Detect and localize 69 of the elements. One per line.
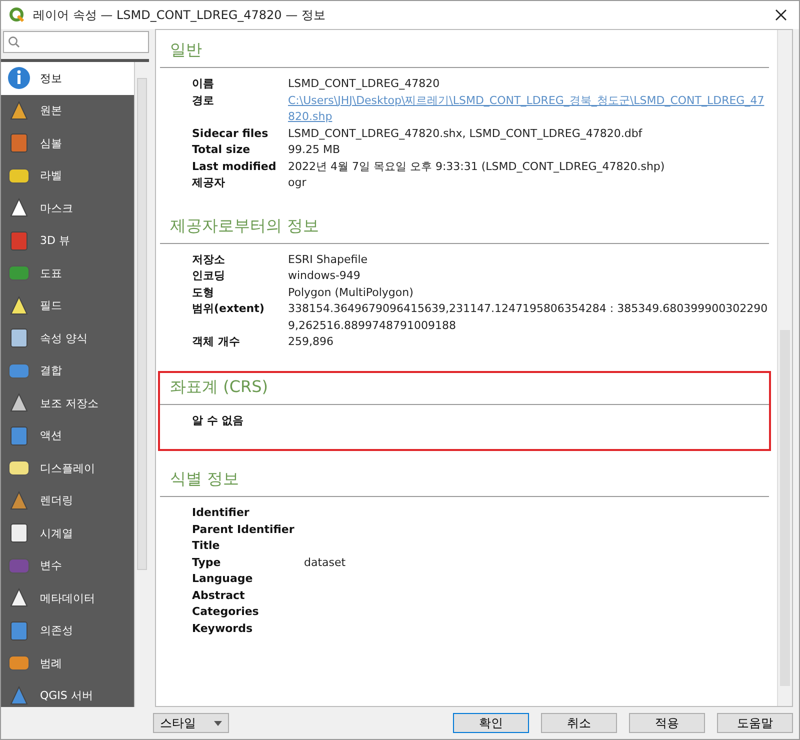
field-label: Type	[192, 554, 222, 570]
sidebar-item[interactable]: 디스플레이	[1, 452, 134, 484]
sidebar-item[interactable]: 원본	[1, 94, 134, 127]
sidebar-item[interactable]: 보조 저장소	[1, 387, 134, 420]
sidebar-item[interactable]: 시계열	[1, 517, 134, 550]
field-label: Categories	[192, 604, 260, 620]
field-label: 제공자	[192, 175, 226, 191]
field-value: 259,896	[288, 334, 334, 350]
field-label: Identifier	[192, 505, 250, 521]
style-dropdown[interactable]: 스타일	[153, 713, 229, 733]
field-value: 338154.3649679096415639,231147.1247195806354284 : 385349.6803999003022909,262516.8899748791009188	[288, 301, 769, 334]
field-label: 저장소	[192, 252, 226, 268]
sidebar-item[interactable]: QGIS 서버	[1, 680, 134, 707]
sidebar-item[interactable]: 심볼	[1, 127, 134, 160]
section-title: 좌표계 (CRS)	[160, 372, 769, 404]
field-label: Parent Identifier	[192, 522, 296, 538]
sidebar-item[interactable]: 범례	[1, 647, 134, 680]
sidebar-item[interactable]: 결합	[1, 354, 134, 387]
dialog-button[interactable]: 적용	[629, 713, 705, 733]
sidebar-item[interactable]: 속성 양식	[1, 322, 134, 354]
field-value: 99.25 MB	[288, 142, 342, 158]
field-label: Total size	[192, 142, 252, 158]
sidebar-item[interactable]: 액션	[1, 420, 134, 452]
field-value: windows-949	[288, 268, 362, 284]
field-label: Language	[192, 571, 254, 587]
field-value: 2022년 4월 7일 목요일 오후 9:33:31 (LSMD_CONT_LDREG_47820.shp)	[288, 158, 666, 175]
search-field[interactable]	[3, 31, 149, 53]
field-label: 범위(extent)	[192, 301, 266, 317]
field-label: Abstract	[192, 588, 246, 604]
sidebar-item[interactable]: 변수	[1, 550, 134, 582]
field-value: dataset	[304, 554, 347, 570]
field-label: 객체 개수	[192, 334, 241, 350]
dialog-button[interactable]: 도움말	[717, 713, 793, 733]
sidebar-item[interactable]: 의존성	[1, 614, 134, 647]
field-label: Sidecar files	[192, 126, 270, 142]
field-label: 경로	[192, 92, 215, 108]
scrollbar[interactable]	[134, 62, 149, 707]
field-value: Polygon (MultiPolygon)	[288, 284, 414, 300]
section-title: 제공자로부터의 정보	[160, 212, 769, 244]
dialog-button[interactable]: 확인	[453, 713, 529, 733]
sidebar-item[interactable]: 필드	[1, 290, 134, 322]
sidebar-item[interactable]: 마스크	[1, 192, 134, 224]
sidebar-item[interactable]: 렌더링	[1, 484, 134, 517]
section-title: 일반	[160, 36, 769, 68]
field-label: Title	[192, 538, 221, 554]
field-value: LSMD_CONT_LDREG_47820.shx, LSMD_CONT_LDREG_47820.dbf	[288, 126, 644, 142]
field-value: LSMD_CONT_LDREG_47820	[288, 76, 441, 92]
field-value: ESRI Shapefile	[288, 252, 369, 268]
window-title: 레이어 속성 — LSMD_CONT_LDREG_47820 — 정보	[33, 6, 326, 24]
logo-icon	[9, 7, 25, 23]
field-label: Last modified	[192, 158, 278, 174]
scrollbar[interactable]	[777, 30, 792, 706]
search-icon	[8, 36, 20, 48]
field-value: ogr	[288, 175, 308, 191]
close-icon[interactable]	[775, 9, 787, 21]
sidebar-item[interactable]: 3D 뷰	[1, 224, 134, 257]
sidebar-item[interactable]: 정보	[1, 62, 134, 94]
section-title: 식별 정보	[160, 465, 769, 497]
sidebar-item[interactable]: 메타데이터	[1, 582, 134, 614]
field-label: 도형	[192, 284, 215, 300]
info-icon	[7, 66, 31, 90]
caret-icon	[214, 720, 222, 726]
sidebar-item[interactable]: 도표	[1, 257, 134, 290]
field-label: 인코딩	[192, 268, 226, 284]
sidebar-item[interactable]: 라벨	[1, 160, 134, 192]
field-label: 알 수 없음	[192, 412, 245, 428]
field-label: Keywords	[192, 620, 254, 636]
field-label: 이름	[192, 76, 215, 92]
dialog-button[interactable]: 취소	[541, 713, 617, 733]
